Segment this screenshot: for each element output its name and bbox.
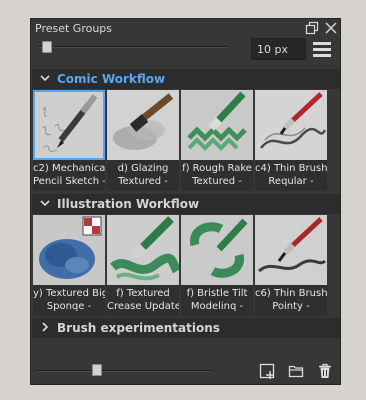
group-name: Brush experimentations [57,321,220,335]
pencil-sketch-icon [33,90,105,160]
chevron-down-icon[interactable] [39,197,51,209]
preset-tile[interactable]: y) Textured Big Sponqe - [33,215,105,316]
preset-tile[interactable]: d) Glazing Textured - [107,90,179,191]
preset-name-line2: Crease Update [107,301,179,312]
sponge-texture-icon [33,215,105,285]
float-window-icon[interactable] [305,21,319,35]
group-name: Comic Workflow [57,72,166,86]
chevron-right-icon[interactable] [39,321,51,333]
thin-brush-icon [255,90,327,160]
preset-name-line1: d) Glazing [117,163,169,174]
close-icon[interactable] [324,21,338,35]
panel-title: Preset Groups [35,22,113,35]
rake-brush-icon [181,90,253,160]
crease-brush-icon [107,215,179,285]
preset-name-line2: Pointy - [272,301,310,312]
preset-groups-panel: Preset Groups 10 px Comic Workflow c2) M… [30,18,341,385]
preset-name-line1: f) Bristle Tilt [186,288,248,299]
group-name: Illustration Workflow [57,197,200,211]
group-header-brush-experimentations[interactable]: Brush experimentations [32,318,340,338]
preset-name-line1: c4) Thin Brush [255,163,327,174]
bristle-tilt-icon [181,215,253,285]
preset-name-line2: Modelinq - [190,301,244,312]
chevron-down-icon[interactable] [39,72,51,84]
preset-name-line1: c2) Mechanical [33,163,105,174]
preset-name-line2: Textured - [118,176,168,187]
preset-name-line1: f) Rough Rake [182,163,252,174]
preset-name-line2: Pencil Sketch - [33,176,105,187]
group-header-comic-workflow[interactable]: Comic Workflow [32,69,340,89]
pointy-brush-icon [255,215,327,285]
new-group-icon[interactable] [259,363,275,379]
thumbnail-size-slider-handle[interactable] [92,364,103,376]
preset-name-line1: y) Textured Big [33,288,105,299]
trash-icon[interactable] [317,363,333,379]
panel-titlebar: Preset Groups [31,19,342,39]
preset-tile[interactable]: f) Textured Crease Update [107,215,179,316]
preset-name-line2: Sponqe - [46,301,92,312]
preset-tile[interactable]: c2) Mechanical Pencil Sketch - [33,90,105,191]
brush-size-slider-track[interactable] [38,46,227,48]
preset-tile[interactable]: f) Rough Rake Textured - [181,90,253,191]
hamburger-menu-icon[interactable] [313,41,331,57]
preset-name-line1: f) Textured [116,288,170,299]
preset-name-line1: c6) Thin Brush [255,288,327,299]
glazing-brush-icon [107,90,179,160]
brush-size-slider-handle[interactable] [41,41,52,53]
preset-name-line2: Reqular - [268,176,314,187]
group-header-illustration-workflow[interactable]: Illustration Workflow [32,194,340,214]
preset-tile[interactable]: c4) Thin Brush Reqular - [255,90,327,191]
preset-name-line2: Textured - [192,176,242,187]
preset-tile[interactable]: c6) Thin Brush Pointy - [255,215,327,316]
folder-icon[interactable] [288,363,304,379]
thumbnail-size-slider-track[interactable] [35,370,213,372]
brush-size-input[interactable]: 10 px [251,38,306,60]
preset-tile[interactable]: f) Bristle Tilt Modelinq - [181,215,253,316]
